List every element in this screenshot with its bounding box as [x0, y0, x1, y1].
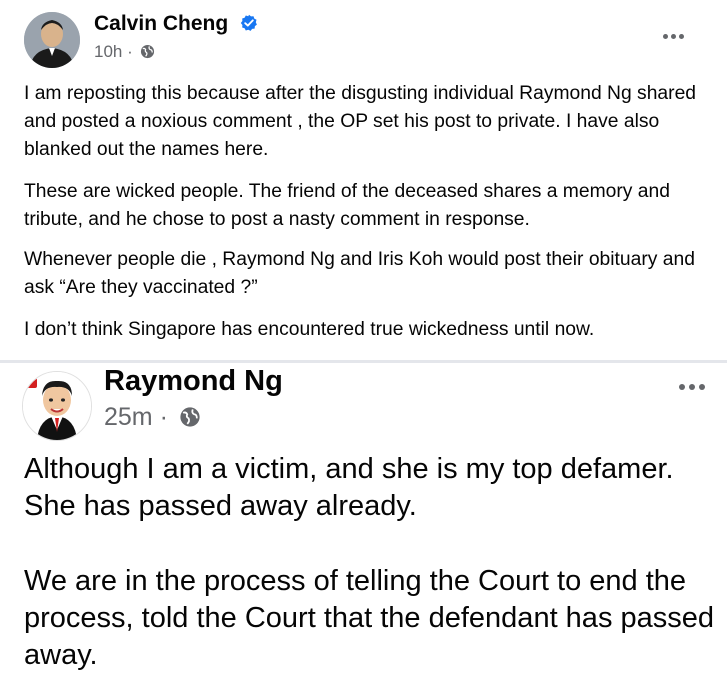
cartoon-avatar-image: [23, 372, 91, 440]
post-paragraph: Whenever people die , Raymond Ng and Iri…: [24, 249, 695, 298]
author-avatar[interactable]: [24, 12, 80, 68]
shared-post-paragraph: Although I am a victim, and she is my to…: [24, 453, 674, 522]
timestamp[interactable]: 10h: [94, 42, 122, 61]
author-name[interactable]: Calvin Cheng: [94, 12, 258, 36]
meta-separator: ·: [127, 42, 133, 61]
post-paragraph: I am reposting this because after the di…: [24, 83, 697, 160]
avatar-photo: [24, 12, 80, 68]
author-name-text[interactable]: Calvin Cheng: [94, 12, 228, 35]
shared-author-avatar: [22, 371, 92, 441]
shared-meta-separator: ·: [159, 403, 168, 431]
shared-post-meta: 25m ·: [104, 403, 201, 432]
globe-icon[interactable]: [140, 44, 155, 59]
shared-post-screenshot: Raymond Ng 25m · Although I am a victim,…: [0, 363, 727, 692]
more-options-icon[interactable]: [663, 26, 691, 40]
post-paragraph: I don’t think Singapore has encountered …: [24, 319, 595, 340]
post-meta: 10h ·: [94, 42, 155, 62]
more-options-icon: [679, 377, 713, 391]
verified-badge-icon: [240, 14, 257, 31]
globe-icon: [180, 407, 200, 427]
shared-author-name: Raymond Ng: [104, 365, 283, 397]
main-post: Calvin Cheng 10h · I am reposting this b…: [0, 0, 727, 360]
shared-post-paragraph: We are in the process of telling the Cou…: [24, 565, 715, 671]
shared-timestamp: 25m: [104, 403, 153, 431]
post-paragraph: These are wicked people. The friend of t…: [24, 181, 670, 230]
